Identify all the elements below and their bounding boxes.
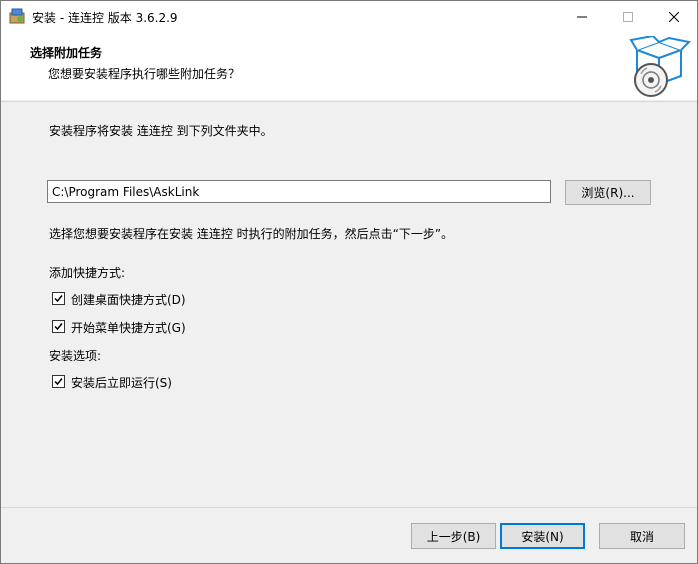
checkbox-checked-icon [54,295,63,303]
maximize-button[interactable] [605,1,651,32]
tasks-instruction: 选择您想要安装程序在安装 连连控 时执行的附加任务，然后点击“下一步”。 [49,227,454,241]
title-bar[interactable]: 安装 - 连连控 版本 3.6.2.9 [1,1,697,32]
shortcuts-group-label: 添加快捷方式: [49,266,126,280]
install-path-input[interactable] [47,180,551,203]
page-subtitle: 您想要安装程序执行哪些附加任务？ [48,67,241,81]
close-button[interactable] [651,1,697,32]
footer-divider [1,507,697,508]
back-button[interactable]: 上一步(B) [411,523,496,549]
setup-box-icon [629,34,692,100]
startmenu-shortcut-checkbox[interactable] [52,320,65,333]
install-options-group-label: 安装选项: [49,349,102,363]
install-location-info: 安装程序将安装 连连控 到下列文件夹中。 [49,124,273,138]
maximize-icon [623,11,633,22]
run-after-install-checkbox[interactable] [52,375,65,388]
run-after-install-label[interactable]: 安装后立即运行(S) [71,374,172,391]
install-button[interactable]: 安装(N) [500,523,585,549]
installer-window: 安装 - 连连控 版本 3.6.2.9 选择附加任务 您想要安装程序执行哪些附加… [0,0,698,564]
desktop-shortcut-checkbox[interactable] [52,292,65,305]
desktop-shortcut-label[interactable]: 创建桌面快捷方式(D) [71,291,186,308]
close-icon [669,11,679,22]
checkbox-checked-icon [54,323,63,331]
window-title: 安装 - 连连控 版本 3.6.2.9 [32,11,178,25]
installer-app-icon [9,8,25,24]
page-title: 选择附加任务 [30,46,103,60]
browse-button[interactable]: 浏览(R)... [565,180,651,205]
cancel-button[interactable]: 取消 [599,523,685,549]
minimize-button[interactable] [559,1,605,32]
checkbox-checked-icon [54,378,63,386]
header-divider [1,101,697,102]
startmenu-shortcut-label[interactable]: 开始菜单快捷方式(G) [71,319,186,336]
minimize-icon [577,16,587,17]
